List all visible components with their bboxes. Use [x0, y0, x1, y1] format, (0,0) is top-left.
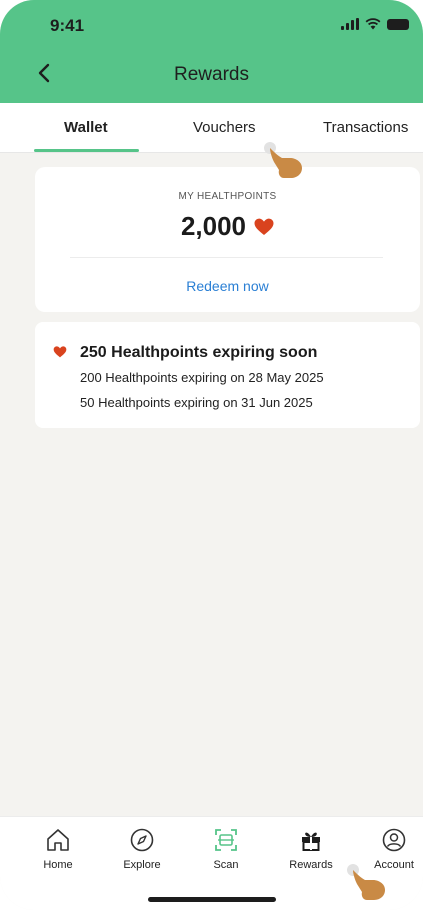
tap-hand-icon [347, 864, 385, 900]
expiry-title: 250 Healthpoints expiring soon [80, 344, 318, 361]
nav-explore-label: Explore [123, 859, 161, 871]
gift-icon [302, 832, 320, 851]
phone-screen: 9:41 Rewards Wallet Vouchers Transaction… [0, 0, 423, 910]
account-icon [382, 828, 406, 852]
scan-icon [215, 829, 237, 851]
tab-transactions[interactable]: Transactions [323, 119, 408, 136]
tab-wallet[interactable]: Wallet [64, 119, 108, 136]
nav-explore[interactable]: Explore [107, 827, 177, 871]
status-icons [341, 18, 409, 30]
nav-rewards-label: Rewards [289, 859, 333, 871]
tab-active-indicator [34, 149, 139, 152]
nav-home[interactable]: Home [23, 827, 93, 871]
home-icon [47, 829, 69, 851]
status-time: 9:41 [50, 16, 85, 35]
battery-icon [387, 18, 409, 30]
expiry-line: 50 Healthpoints expiring on 31 Jun 2025 [80, 395, 313, 410]
app-header: 9:41 Rewards [0, 0, 423, 103]
wifi-icon [365, 18, 381, 30]
compass-icon [130, 828, 154, 852]
nav-rewards[interactable]: Rewards [276, 827, 346, 871]
heart-icon [254, 218, 274, 235]
healthpoints-card: MY HEALTHPOINTS 2,000 Redeem now [35, 167, 420, 312]
nav-scan-label: Scan [213, 859, 239, 871]
heart-icon [53, 346, 67, 358]
tab-bar: Wallet Vouchers Transactions [0, 103, 423, 153]
signal-icon [341, 18, 359, 30]
redeem-now-link[interactable]: Redeem now [35, 278, 420, 294]
home-indicator [148, 897, 276, 902]
card-divider [70, 257, 383, 258]
page-title: Rewards [174, 64, 249, 85]
healthpoints-label: MY HEALTHPOINTS [178, 191, 277, 202]
healthpoints-value-row: 2,000 [35, 211, 420, 242]
expiry-card: 250 Healthpoints expiring soon 200 Healt… [35, 322, 420, 428]
healthpoints-value: 2,000 [180, 211, 247, 241]
tab-vouchers[interactable]: Vouchers [193, 119, 256, 136]
nav-home-label: Home [43, 859, 73, 871]
expiry-line: 200 Healthpoints expiring on 28 May 2025 [80, 370, 324, 385]
tap-hand-icon [264, 142, 302, 178]
nav-scan[interactable]: Scan [191, 827, 261, 871]
